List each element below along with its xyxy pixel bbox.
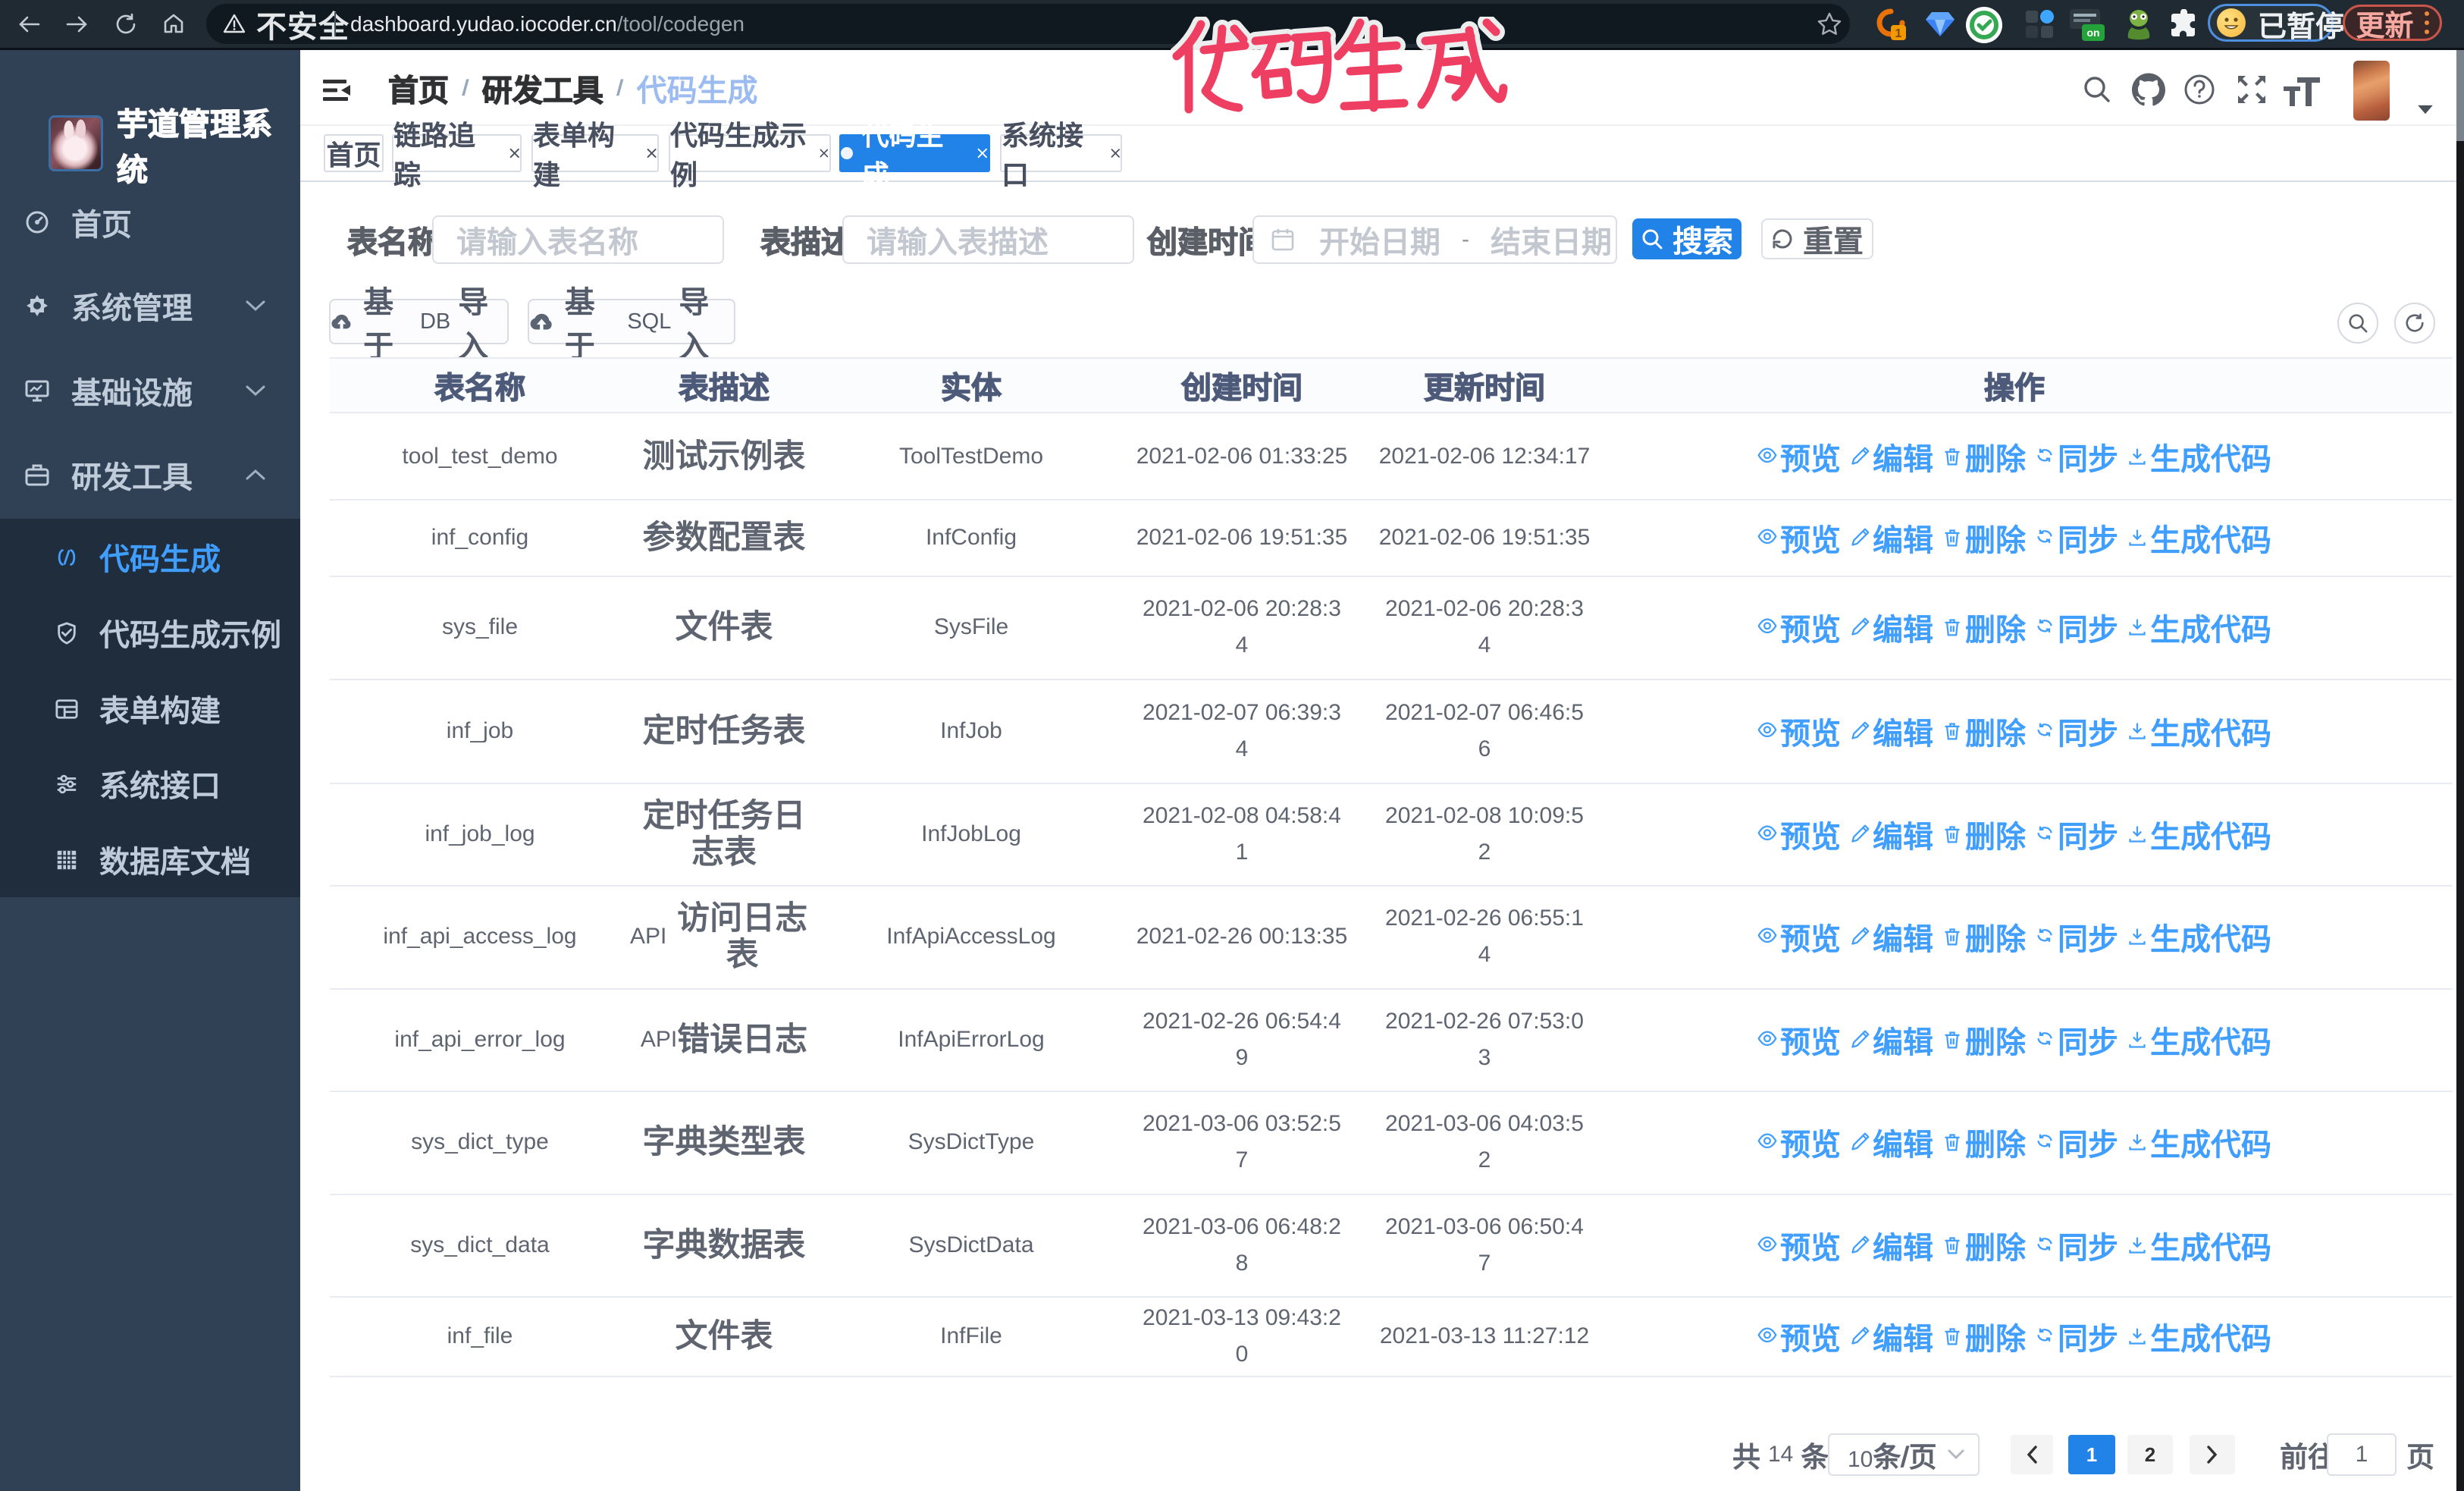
svg-text:on: on <box>2086 27 2099 39</box>
svg-text:1: 1 <box>1895 27 1902 40</box>
